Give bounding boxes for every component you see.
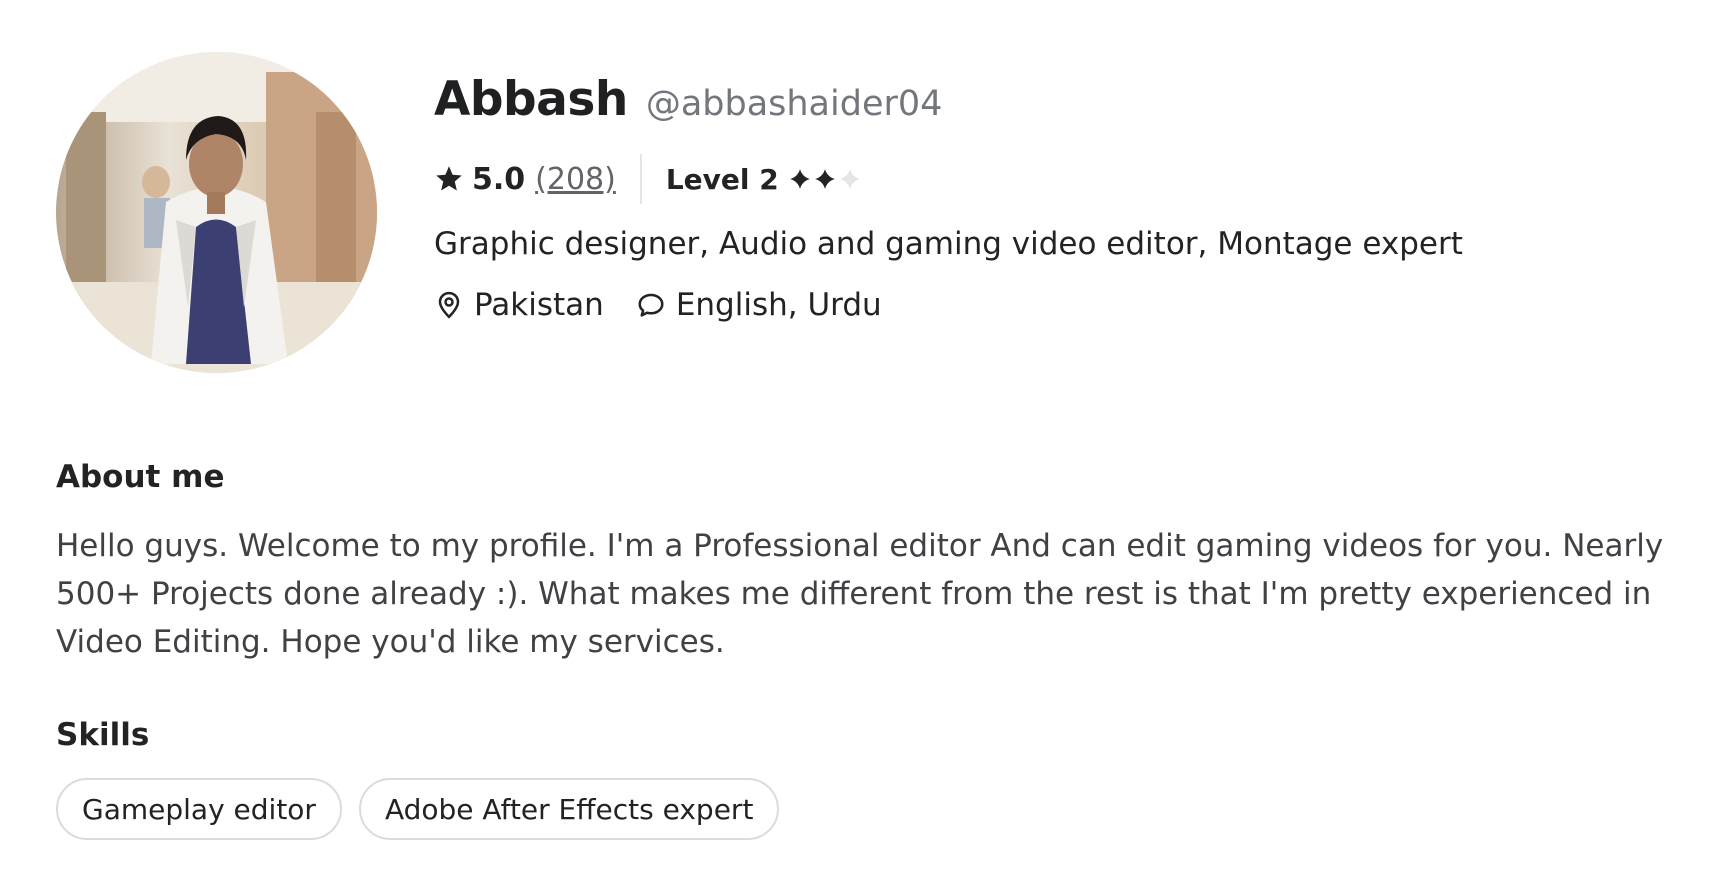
avatar-photo bbox=[56, 52, 377, 373]
about-heading: About me bbox=[56, 459, 225, 495]
speech-bubble-icon bbox=[638, 293, 664, 317]
tagline: Graphic designer, Audio and gaming video… bbox=[434, 226, 1463, 262]
skill-chip[interactable]: Gameplay editor bbox=[56, 778, 342, 840]
location-pin-icon bbox=[438, 291, 460, 319]
languages: English, Urdu bbox=[636, 287, 882, 323]
about-description: Hello guys. Welcome to my profile. I'm a… bbox=[56, 528, 1664, 660]
name-row: Abbash @abbashaider04 bbox=[434, 72, 1674, 140]
divider bbox=[639, 154, 642, 204]
avatar[interactable] bbox=[56, 52, 377, 373]
location: Pakistan bbox=[434, 287, 604, 323]
skills-heading: Skills bbox=[56, 717, 150, 753]
display-name: Abbash bbox=[434, 72, 628, 127]
profile-identity: Abbash @abbashaider04 5.0 (208) Level 2 … bbox=[434, 72, 1674, 323]
languages-text: English, Urdu bbox=[675, 287, 882, 323]
rating-row: 5.0 (208) Level 2 bbox=[434, 154, 1674, 204]
username: @abbashaider04 bbox=[645, 84, 943, 124]
diamond-icon bbox=[839, 169, 860, 189]
level-indicator bbox=[789, 168, 861, 190]
star-icon bbox=[436, 166, 462, 191]
skill-chip[interactable]: Adobe After Effects expert bbox=[358, 778, 780, 840]
rating-score: 5.0 bbox=[472, 161, 526, 197]
seller-profile: Abbash @abbashaider04 5.0 (208) Level 2 … bbox=[0, 0, 1733, 887]
seller-level: Level 2 bbox=[665, 162, 779, 196]
reviews-link[interactable]: (208) bbox=[535, 162, 616, 197]
diamond-icon bbox=[814, 169, 835, 189]
location-text: Pakistan bbox=[474, 287, 604, 323]
profile-meta: Pakistan English, Urdu bbox=[434, 287, 1674, 323]
skills-list: Gameplay editor Adobe After Effects expe… bbox=[56, 778, 780, 840]
diamond-icon bbox=[789, 169, 810, 189]
